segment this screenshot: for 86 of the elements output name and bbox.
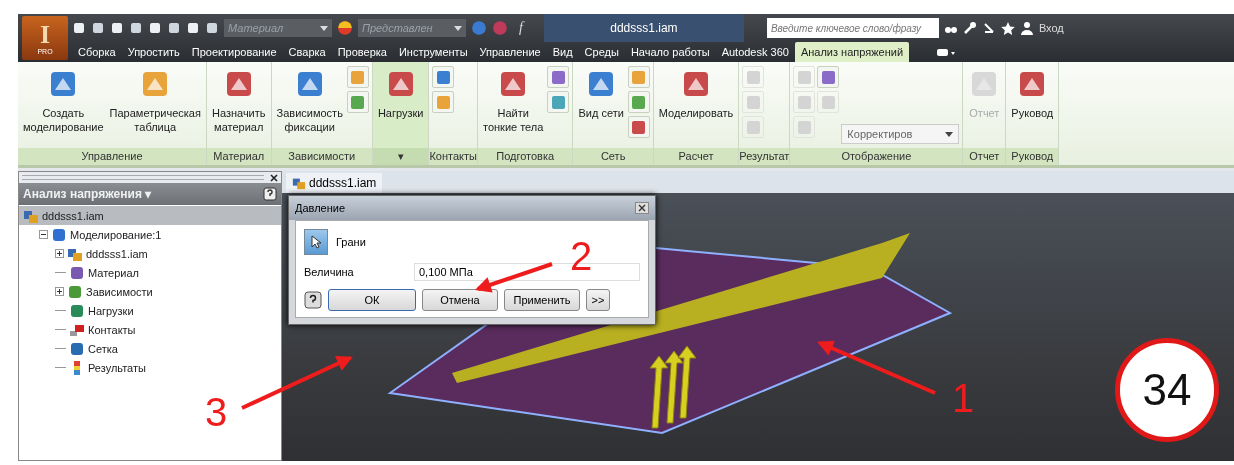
tree-item[interactable]: Материал bbox=[19, 263, 281, 282]
panel-label: Расчет bbox=[653, 148, 739, 165]
ribbon-button[interactable]: Руковод bbox=[1009, 66, 1056, 120]
ribbon-button[interactable]: Найти тонкие тела bbox=[480, 66, 546, 134]
ribbon-tab[interactable]: Сборка bbox=[72, 42, 122, 62]
small-tool-button[interactable] bbox=[627, 116, 650, 138]
panel-label: ▾ bbox=[372, 148, 429, 165]
ribbon-button[interactable]: Назначить материал bbox=[209, 66, 268, 134]
simulation-icon bbox=[51, 226, 67, 243]
small-tool-button[interactable] bbox=[346, 91, 369, 113]
ribbon-button[interactable]: Создать моделирование bbox=[21, 66, 106, 134]
panel-label: Материал bbox=[206, 148, 271, 165]
ribbon-tab[interactable]: Вид bbox=[546, 42, 579, 62]
assembly-icon bbox=[292, 176, 306, 190]
small-tool-button[interactable] bbox=[547, 91, 570, 113]
panel-label: Отображение bbox=[790, 148, 963, 165]
ribbon-button[interactable]: Моделировать bbox=[656, 66, 736, 120]
ribbon-tab[interactable]: Среды bbox=[578, 42, 625, 62]
cursor-select-icon[interactable] bbox=[304, 229, 328, 255]
sphere-icon[interactable] bbox=[471, 20, 487, 36]
document-tab[interactable]: dddsss1.iam bbox=[286, 173, 383, 193]
window-title: dddsss1.iam bbox=[543, 14, 744, 42]
expand-icon[interactable] bbox=[55, 249, 64, 258]
ribbon-tab[interactable]: Анализ напряжений bbox=[794, 42, 910, 62]
loads-icon bbox=[69, 302, 85, 319]
ribbon-button[interactable]: Нагрузки bbox=[375, 66, 426, 120]
dialog-title: Давление bbox=[295, 202, 346, 214]
ribbon-button[interactable]: Зависимость фиксации bbox=[274, 66, 345, 134]
small-tool-button[interactable] bbox=[547, 66, 570, 88]
collapse-icon[interactable] bbox=[39, 230, 48, 239]
expand-icon[interactable] bbox=[55, 287, 64, 296]
faces-label: Грани bbox=[336, 236, 366, 248]
panel-label: Контакты bbox=[429, 148, 477, 165]
panel-label: Зависимости bbox=[271, 148, 372, 165]
material-icon bbox=[69, 264, 85, 281]
tree-item[interactable]: dddsss1.iam bbox=[19, 244, 281, 263]
ribbon-tab[interactable]: Упростить bbox=[121, 42, 186, 62]
small-tool-button[interactable] bbox=[432, 66, 455, 88]
tree-item[interactable]: Нагрузки bbox=[19, 301, 281, 320]
dropdown-arrow-icon[interactable] bbox=[454, 25, 462, 31]
color-ball-icon[interactable] bbox=[337, 20, 353, 36]
panel-label: Сеть bbox=[573, 148, 653, 165]
ribbon-tab[interactable]: Проектирование bbox=[185, 42, 283, 62]
tree-item[interactable]: Контакты bbox=[19, 320, 281, 339]
close-icon[interactable] bbox=[270, 173, 278, 182]
dialog-button[interactable]: >> bbox=[586, 289, 610, 311]
dropdown-arrow-icon[interactable] bbox=[320, 25, 328, 31]
ribbon-tab[interactable]: Сварка bbox=[282, 42, 332, 62]
help-icon[interactable] bbox=[304, 291, 322, 309]
panel-label: Управление bbox=[18, 148, 206, 165]
app-logo-letter: I bbox=[39, 21, 51, 48]
user-icon[interactable] bbox=[1019, 21, 1034, 35]
ribbon-tab[interactable]: Autodesk 360 bbox=[715, 42, 795, 62]
ribbon-tab[interactable]: Проверка bbox=[331, 42, 393, 62]
tree-item[interactable]: Сетка bbox=[19, 339, 281, 358]
ribbon-button[interactable]: Вид сети bbox=[576, 66, 626, 120]
small-tool-button[interactable] bbox=[627, 91, 650, 113]
ribbon-button[interactable]: Параметрическая таблица bbox=[107, 66, 203, 134]
small-tool-button[interactable] bbox=[817, 66, 840, 88]
star-icon[interactable] bbox=[1000, 21, 1015, 35]
panel-label: Подготовка bbox=[477, 148, 573, 165]
panel-label: Результат bbox=[739, 148, 790, 165]
panel-label: Руковод bbox=[1006, 148, 1059, 165]
mesh-icon bbox=[69, 340, 85, 357]
close-icon[interactable] bbox=[635, 202, 649, 214]
annotation-number: 3 bbox=[205, 392, 228, 432]
tree-item[interactable]: Моделирование:1 bbox=[19, 225, 281, 244]
help-icon[interactable] bbox=[263, 187, 277, 201]
constraints-icon bbox=[67, 283, 83, 300]
dialog-button[interactable]: Применить bbox=[504, 289, 580, 311]
ribbon-tab[interactable]: Начало работы bbox=[624, 42, 716, 62]
dialog-button[interactable]: ОК bbox=[328, 289, 416, 311]
annotation-number: 1 bbox=[952, 378, 975, 418]
wrench-icon[interactable] bbox=[962, 21, 977, 35]
formula-button[interactable]: f bbox=[513, 20, 529, 36]
ribbon-tab[interactable]: Инструменты bbox=[392, 42, 474, 62]
tree-item[interactable]: Зависимости bbox=[19, 282, 281, 301]
tree-item[interactable]: Результаты bbox=[19, 358, 281, 377]
dialog-button[interactable]: Отмена bbox=[422, 289, 498, 311]
ribbon-tab[interactable]: Управление bbox=[473, 42, 547, 62]
tree-item[interactable]: dddsss1.iam bbox=[19, 206, 281, 225]
panel-label: Отчет bbox=[963, 148, 1006, 165]
camera-icon[interactable] bbox=[935, 46, 958, 58]
sign-in-link[interactable]: Вход bbox=[1038, 22, 1064, 34]
search-field[interactable]: Введите ключевое слово/фразу bbox=[766, 18, 939, 38]
magnitude-label: Величина bbox=[304, 266, 355, 278]
